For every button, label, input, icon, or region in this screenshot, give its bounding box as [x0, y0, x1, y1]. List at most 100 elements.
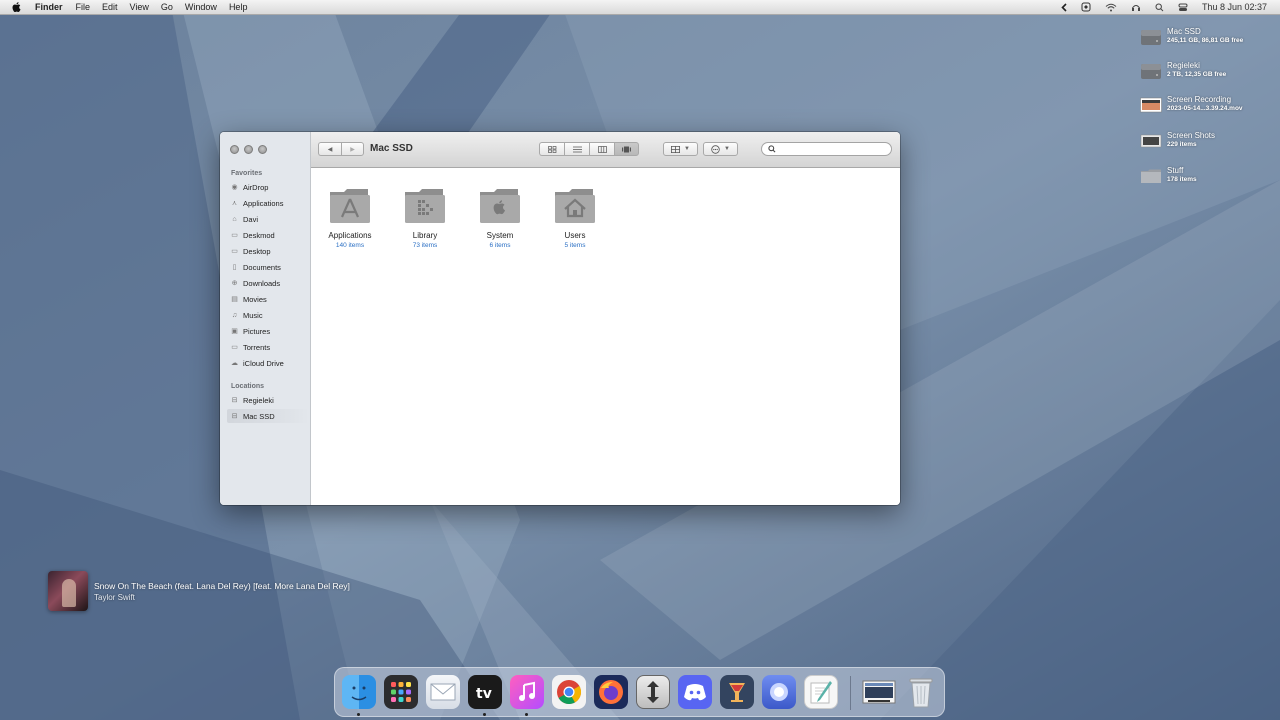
dock-app-transmit[interactable] — [636, 675, 670, 709]
desktop-item-stuff[interactable]: Stuff 178 items — [1140, 166, 1280, 186]
apple-menu-icon[interactable] — [12, 2, 26, 12]
desktop-item-detail: 2 TB, 12,35 GB free — [1167, 71, 1227, 78]
desktop-item-detail: 178 items — [1167, 176, 1197, 183]
dock-app-finder[interactable] — [342, 675, 376, 709]
search-input[interactable] — [779, 145, 879, 153]
dock-app-tv[interactable]: tv — [468, 675, 502, 709]
dock-app-lasso[interactable] — [762, 675, 796, 709]
sidebar-item-applications[interactable]: ⋏ Applications — [230, 196, 304, 210]
sidebar-item-davi[interactable]: ⌂ Davi — [230, 212, 304, 226]
sidebar-item-mac-ssd[interactable]: ⊟ Mac SSD — [227, 409, 309, 423]
folder-item-name: Applications — [328, 231, 372, 240]
sidebar-item-movies[interactable]: ▤ Movies — [230, 292, 304, 306]
search-field[interactable] — [761, 142, 892, 156]
list-view-button[interactable] — [564, 142, 589, 156]
sidebar-item-deskmod[interactable]: ▭ Deskmod — [230, 228, 304, 242]
menubar-status-area: Thu 8 Jun 02:37 — [1061, 2, 1267, 12]
dock-app-launchpad[interactable] — [384, 675, 418, 709]
sidebar-item-desktop[interactable]: ▭ Desktop — [230, 244, 304, 258]
menu-view[interactable]: View — [130, 2, 149, 12]
folder-item-users[interactable]: Users 5 items — [538, 186, 612, 249]
menu-window[interactable]: Window — [185, 2, 217, 12]
folder-icon: ▭ — [231, 231, 238, 239]
chevron-left-icon[interactable] — [1061, 2, 1067, 12]
action-menu-button[interactable]: ▼ — [703, 142, 738, 156]
desktop-item-detail: 245,11 GB, 86,81 GB free — [1167, 37, 1244, 44]
cocktail-glass-icon — [729, 683, 745, 702]
icon-view-button[interactable] — [539, 142, 564, 156]
sidebar-item-regieleki[interactable]: ⊟ Regieleki — [230, 393, 304, 407]
sidebar-item-pictures[interactable]: ▣ Pictures — [230, 324, 304, 338]
running-indicator-finder — [357, 713, 360, 716]
minimize-button[interactable] — [244, 145, 253, 154]
now-playing-widget[interactable]: Snow On The Beach (feat. Lana Del Rey) [… — [48, 571, 350, 611]
ellipsis-circle-icon — [711, 144, 720, 154]
desktop-item-name: Stuff — [1167, 166, 1184, 175]
menu-go[interactable]: Go — [161, 2, 173, 12]
dock-app-itunes[interactable] — [510, 675, 544, 709]
now-playing-title: Snow On The Beach (feat. Lana Del Rey) [… — [94, 580, 350, 591]
desktop-item-regieleki[interactable]: Regieleki 2 TB, 12,35 GB free — [1140, 61, 1280, 81]
menu-help[interactable]: Help — [229, 2, 248, 12]
menubar-clock[interactable]: Thu 8 Jun 02:37 — [1202, 2, 1267, 12]
dock-app-mail[interactable] — [426, 675, 460, 709]
shield-icon[interactable] — [1081, 2, 1091, 12]
firefox-icon — [599, 680, 623, 704]
sidebar-item-label: Movies — [243, 294, 267, 304]
drive-icon: ⊟ — [231, 396, 238, 404]
dock-app-firefox[interactable] — [594, 675, 628, 709]
finder-content: Applications 140 items Library 73 items … — [311, 168, 900, 505]
sidebar-item-torrents[interactable]: ▭ Torrents — [230, 340, 304, 354]
column-view-button[interactable] — [589, 142, 614, 156]
desktop-item-name: Screen Shots — [1167, 131, 1216, 140]
desktop-item-name: Regieleki — [1167, 61, 1200, 70]
tv-icon: tv — [476, 686, 492, 702]
folder-item-library[interactable]: Library 73 items — [388, 186, 462, 249]
dock-app-screenshot[interactable] — [862, 675, 896, 709]
sidebar-item-label: Downloads — [243, 278, 281, 288]
desktop-item-mac-ssd[interactable]: Mac SSD 245,11 GB, 86,81 GB free — [1140, 27, 1280, 47]
grid-icon — [671, 145, 681, 153]
forward-button[interactable]: ▶ — [341, 142, 364, 156]
sidebar-item-airdrop[interactable]: ◉ AirDrop — [230, 180, 304, 194]
dock-app-textedit[interactable] — [804, 675, 838, 709]
dock-app-chrome[interactable] — [552, 675, 586, 709]
close-button[interactable] — [230, 145, 239, 154]
sidebar-item-label: Mac SSD — [243, 411, 275, 421]
folder-item-count: 5 items — [564, 242, 586, 249]
menu-edit[interactable]: Edit — [102, 2, 118, 12]
folder-item-system[interactable]: System 6 items — [463, 186, 537, 249]
sidebar-item-icloud-drive[interactable]: ☁ iCloud Drive — [230, 356, 304, 370]
dock-app-trash[interactable] — [904, 675, 938, 709]
users-folder-icon — [555, 189, 595, 223]
icon-view-icon — [547, 145, 556, 153]
search-icon[interactable] — [1155, 3, 1164, 12]
airdrop-icon: ◉ — [231, 183, 238, 191]
screenshot-icon — [862, 680, 896, 704]
album-artwork — [48, 571, 88, 611]
applications-folder-icon — [330, 189, 370, 223]
folder-item-applications[interactable]: Applications 140 items — [313, 186, 387, 249]
view-mode-switcher — [539, 142, 639, 156]
gallery-view-button[interactable] — [614, 142, 639, 156]
group-by-dropdown[interactable]: ▼ — [663, 142, 698, 156]
sidebar-item-label: Deskmod — [243, 230, 275, 240]
sidebar-item-music[interactable]: ♫ Music — [230, 308, 304, 322]
dock-app-discord[interactable] — [678, 675, 712, 709]
back-button[interactable]: ◀ — [318, 142, 341, 156]
menu-app-name[interactable]: Finder — [35, 2, 63, 12]
desktop-icon: ▭ — [231, 247, 238, 255]
wifi-icon[interactable] — [1105, 3, 1117, 12]
picture-icon: ▣ — [231, 327, 238, 335]
sidebar-item-downloads[interactable]: ⊕ Downloads — [230, 276, 304, 290]
control-center-icon[interactable] — [1178, 3, 1188, 12]
zoom-button[interactable] — [258, 145, 267, 154]
headphones-icon[interactable] — [1131, 3, 1141, 12]
menu-file[interactable]: File — [76, 2, 91, 12]
desktop-item-screen-shots[interactable]: Screen Shots 229 items — [1140, 131, 1280, 151]
search-icon — [768, 145, 776, 153]
desktop-item-screen-recording[interactable]: Screen Recording 2023-05-14...3.39.24.mov — [1140, 95, 1280, 115]
sidebar-item-documents[interactable]: ▯ Documents — [230, 260, 304, 274]
screenshot-folder-icon — [1140, 134, 1162, 148]
dock-app-cocktail[interactable] — [720, 675, 754, 709]
